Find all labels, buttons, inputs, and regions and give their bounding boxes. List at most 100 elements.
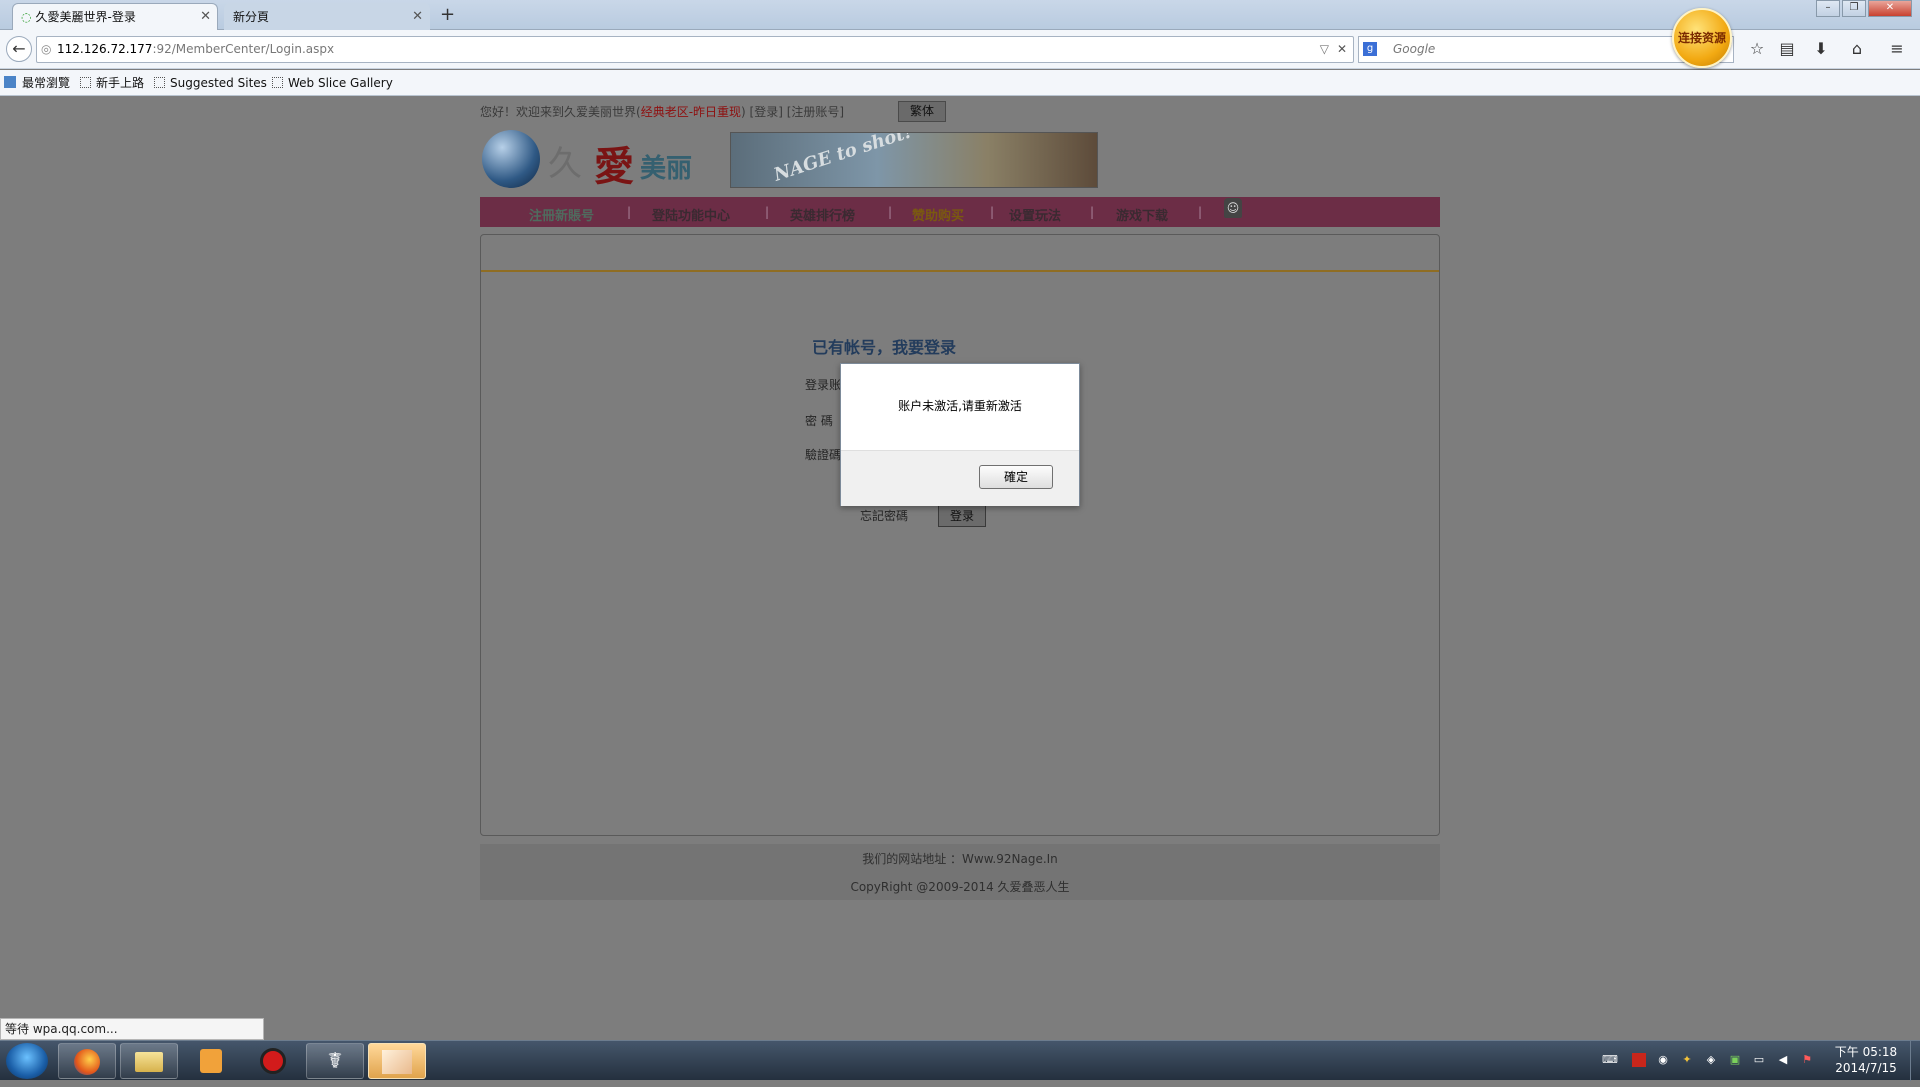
download-icon[interactable]: ⬇ <box>1810 38 1832 60</box>
firefox-icon[interactable] <box>58 1043 116 1079</box>
url-path: :92/MemberCenter/Login.aspx <box>152 42 335 56</box>
site-footer: 我们的网站地址 ：Www.92Nage.In CopyRight @2009-2… <box>480 844 1440 900</box>
footer-copyright: CopyRight @2009-2014 久爱叠恶人生 <box>850 880 1070 894</box>
bookmark-label: 最常瀏覽 <box>22 76 71 90</box>
new-tab-button[interactable]: + <box>440 4 455 25</box>
back-icon[interactable]: ← <box>6 36 32 62</box>
tab-title: 久愛美麗世界-登录 <box>35 10 136 24</box>
reading-list-icon[interactable]: ▤ <box>1776 38 1798 60</box>
close-icon[interactable]: ✕ <box>200 4 211 30</box>
close-icon[interactable]: ✕ <box>412 4 423 30</box>
bookmark-most-visited[interactable]: 最常瀏覽 <box>4 75 70 91</box>
menu-separator: | <box>888 205 893 219</box>
addon-badge[interactable]: 连接资源 <box>1672 8 1732 68</box>
shield-icon[interactable]: ◈ <box>1704 1053 1718 1067</box>
qq-contact-icon[interactable]: ☺ <box>1224 198 1242 218</box>
bookmark-web-slice-gallery[interactable]: Web Slice Gallery <box>272 75 393 91</box>
bookmark-label: 新手上路 <box>96 76 145 90</box>
banner-text: NAGE to shot! <box>771 132 915 186</box>
dialog-message: 账户未激活,请重新激活 <box>898 399 1022 413</box>
login-register-links[interactable]: ) [登录] [注册账号] <box>741 105 844 119</box>
bookmark-suggested-sites[interactable]: Suggested Sites <box>154 75 267 91</box>
username-label: 登录账 <box>805 378 842 392</box>
page-icon <box>272 77 283 88</box>
google-icon[interactable]: g <box>1363 42 1377 56</box>
dropdown-icon[interactable]: ▽ <box>1320 37 1329 62</box>
dialog-footer: 確定 <box>841 450 1079 506</box>
tab-title: 新分頁 <box>233 10 270 24</box>
url-host: 112.126.72.177 <box>57 42 153 56</box>
menu-sponsor[interactable]: 赞助购买 <box>912 205 964 224</box>
nvidia-icon[interactable]: ▣ <box>1728 1053 1742 1067</box>
active-app-icon[interactable] <box>368 1043 426 1079</box>
bookmark-label: Suggested Sites <box>170 76 267 90</box>
ok-button[interactable]: 確定 <box>979 465 1053 489</box>
nav-bar: ← ◎ 112.126.72.177:92/MemberCenter/Login… <box>0 30 1920 69</box>
menu-separator: | <box>1090 205 1095 219</box>
menu-download[interactable]: 游戏下载 <box>1116 205 1168 224</box>
network-globe-icon[interactable]: ◉ <box>1656 1053 1670 1067</box>
restore-icon[interactable]: ❐ <box>1842 0 1866 17</box>
forgot-password-link[interactable]: 忘記密碼 <box>860 507 908 524</box>
clock-time: 下午 05:18 <box>1834 1045 1898 1059</box>
traditional-chinese-button[interactable]: 繁体 <box>898 101 946 122</box>
bookmark-icon <box>4 76 16 88</box>
bookmark-label: Web Slice Gallery <box>288 76 393 90</box>
home-icon[interactable]: ⌂ <box>1846 38 1868 60</box>
menu-separator: | <box>765 205 770 219</box>
header-banner: NAGE to shot! <box>730 132 1098 188</box>
keyboard-icon[interactable]: ⌨ <box>1602 1053 1618 1067</box>
bookmark-star-icon[interactable]: ☆ <box>1746 38 1768 60</box>
footer-site-address: 我们的网站地址 ：Www.92Nage.In <box>862 852 1058 866</box>
url-bar[interactable]: ◎ 112.126.72.177:92/MemberCenter/Login.a… <box>36 36 1354 63</box>
system-clock[interactable]: 下午 05:18 2014/7/15 <box>1826 1044 1906 1076</box>
loading-icon: ◌ <box>21 10 32 24</box>
login-button[interactable]: 登录 <box>938 505 986 527</box>
bookmarks-bar: 最常瀏覽 新手上路 Suggested Sites Web Slice Gall… <box>0 70 1920 96</box>
security-icon[interactable] <box>1632 1053 1646 1067</box>
menu-register[interactable]: 注冊新賬号 <box>529 205 594 224</box>
menu-gameplay[interactable]: 设置玩法 <box>1009 205 1061 224</box>
bookmark-getting-started[interactable]: 新手上路 <box>80 75 144 91</box>
logo-text-jiu: 久 <box>548 144 582 184</box>
action-center-icon[interactable]: ⚑ <box>1800 1053 1814 1067</box>
server-name-link[interactable]: 经典老区-昨日重现 <box>641 105 741 119</box>
stop-icon[interactable]: ✕ <box>1337 37 1347 62</box>
page-icon <box>154 77 165 88</box>
start-button[interactable] <box>6 1043 48 1079</box>
network-icon[interactable]: ▭ <box>1752 1053 1766 1067</box>
show-desktop-button[interactable] <box>1910 1041 1920 1081</box>
globe-logo-icon <box>482 130 540 188</box>
video-player-icon[interactable] <box>244 1043 302 1079</box>
panel-divider <box>481 270 1439 272</box>
login-title: 已有帐号，我要登录 <box>812 338 957 357</box>
file-explorer-icon[interactable] <box>120 1043 178 1079</box>
menu-separator: | <box>1198 205 1203 219</box>
logo-text-meili: 美丽 <box>640 154 693 184</box>
menu-hero-ranking[interactable]: 英雄排行榜 <box>790 205 855 224</box>
alert-dialog: 账户未激活,请重新激活 確定 <box>840 363 1080 506</box>
page-icon <box>80 77 91 88</box>
menu-separator: | <box>990 205 995 219</box>
bulb-icon[interactable]: ✦ <box>1680 1053 1694 1067</box>
login-panel <box>480 234 1440 836</box>
minimize-icon[interactable]: – <box>1816 0 1840 17</box>
tab-new[interactable]: 新分頁 ✕ <box>224 3 430 30</box>
game-launcher-icon[interactable]: ☤ <box>306 1043 364 1079</box>
menu-login-center[interactable]: 登陆功能中心 <box>652 205 730 224</box>
tab-login[interactable]: ◌ 久愛美麗世界-登录 ✕ <box>12 3 218 30</box>
logo-text-ai: 愛 <box>594 144 634 190</box>
taskbar: ☤ ⌨ ◉ ✦ ◈ ▣ ▭ ◀ ⚑ 下午 05:18 2014/7/15 <box>0 1040 1920 1081</box>
captcha-label: 驗證碼 <box>805 448 842 462</box>
welcome-text: 您好！欢迎来到久爱美丽世界( <box>480 105 641 119</box>
welcome-line: 您好！欢迎来到久爱美丽世界(经典老区-昨日重现) [登录] [注册账号] <box>480 102 844 122</box>
menu-icon[interactable]: ≡ <box>1886 38 1908 60</box>
search-placeholder: Google <box>1393 42 1436 56</box>
clock-date: 2014/7/15 <box>1835 1061 1897 1075</box>
close-window-icon[interactable]: ✕ <box>1868 0 1912 17</box>
tab-bar: ◌ 久愛美麗世界-登录 ✕ 新分頁 ✕ + – ❐ ✕ <box>0 0 1920 30</box>
globe-icon: ◎ <box>41 42 52 56</box>
volume-icon[interactable]: ◀ <box>1776 1053 1790 1067</box>
media-player-icon[interactable] <box>182 1043 240 1079</box>
status-bar: 等待 wpa.qq.com... <box>0 1018 264 1040</box>
